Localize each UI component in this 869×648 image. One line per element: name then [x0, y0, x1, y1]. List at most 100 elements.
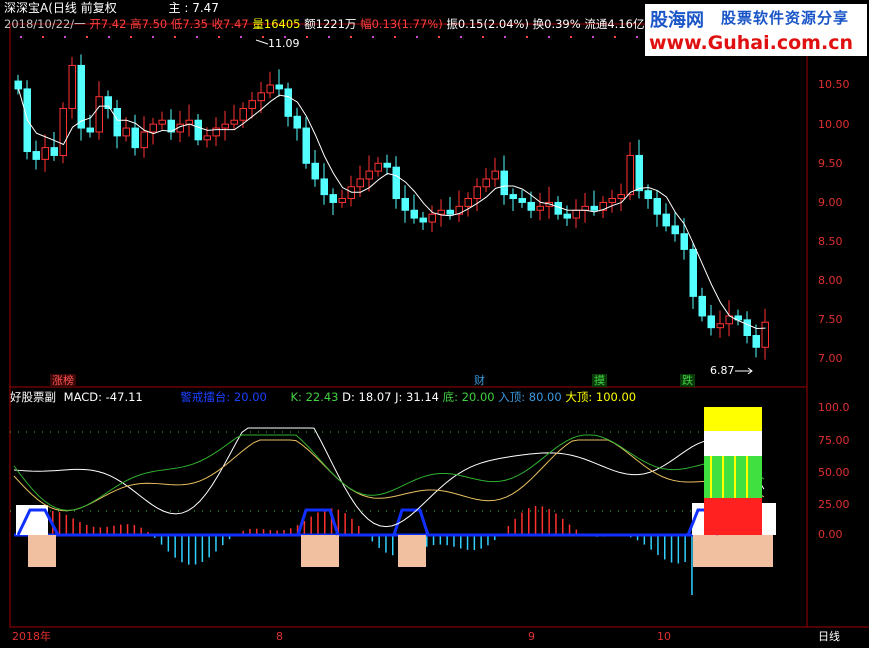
- candle-up: [437, 209, 445, 215]
- candle-down: [284, 88, 292, 117]
- candle-down: [275, 84, 283, 90]
- macd-bar: [487, 535, 489, 546]
- candle-up: [572, 209, 580, 219]
- candle-up: [608, 198, 616, 203]
- candle-up: [536, 205, 544, 211]
- top-signal-stack: [704, 407, 762, 535]
- signal-box: [28, 535, 56, 567]
- macd-bar: [460, 535, 462, 549]
- price-tick-750: 7.50: [818, 313, 843, 326]
- candle-down: [689, 248, 697, 297]
- candle-down: [752, 335, 760, 348]
- high-value: 7.50: [141, 17, 168, 31]
- macd-bar: [657, 535, 659, 555]
- macd-bar: [65, 514, 68, 535]
- candle-up: [338, 198, 346, 203]
- candle-down: [509, 194, 517, 200]
- stock-name[interactable]: 深深宝A: [4, 1, 48, 15]
- candle-down: [698, 295, 706, 317]
- low-arrow: [735, 367, 753, 375]
- macd-bar: [167, 535, 170, 552]
- candle-down: [383, 162, 391, 168]
- time-label-aug: 8: [276, 630, 283, 643]
- price-tick-1050: 10.50: [818, 78, 850, 91]
- change-label: 幅: [360, 17, 372, 31]
- macd-bar: [310, 516, 312, 535]
- macd-bar: [664, 535, 666, 560]
- candle-down: [500, 170, 508, 196]
- header-dot: [108, 36, 110, 38]
- macd-bar: [555, 513, 557, 535]
- candle-down: [662, 213, 670, 227]
- candle-up: [140, 131, 148, 149]
- candle-down: [32, 151, 40, 160]
- macd-bar: [201, 535, 204, 562]
- header-dot: [394, 36, 396, 38]
- signal-box: [301, 535, 339, 567]
- event-tag-fall[interactable]: 跌: [680, 374, 695, 387]
- price-tick-700: 7.00: [818, 352, 843, 365]
- bottom-value: 底: 20.00: [442, 390, 495, 404]
- candle-down: [329, 194, 337, 203]
- event-tag-finance[interactable]: 财: [472, 374, 487, 387]
- header-dot: [218, 36, 220, 38]
- candle-down: [644, 190, 652, 200]
- candle-down: [104, 96, 112, 109]
- sub-panel-title[interactable]: 好股票副: [10, 390, 56, 404]
- macd-histogram: [24, 506, 693, 595]
- macd-bar: [541, 506, 544, 535]
- high-arrow: [255, 39, 269, 45]
- time-label-oct: 10: [657, 630, 671, 643]
- candle-up: [365, 170, 373, 180]
- candle-up: [248, 100, 256, 109]
- macd-bar: [480, 535, 482, 549]
- k-line: [13, 427, 765, 528]
- macd-bar: [378, 535, 380, 548]
- sub-tick-25: 25.00: [818, 498, 850, 511]
- j-line: [13, 434, 765, 511]
- time-label-sep: 9: [528, 630, 535, 643]
- candle-up: [626, 154, 634, 196]
- candle-up: [617, 194, 625, 200]
- price-tick-1000: 10.00: [818, 118, 850, 131]
- high-mark-label: 11.09: [268, 37, 300, 50]
- header-dot: [592, 36, 594, 38]
- period-label[interactable]: (日线 前复权: [48, 1, 117, 15]
- bottom-signal-shapes: [16, 508, 720, 536]
- header-dot: [570, 36, 572, 38]
- header-dot: [548, 36, 550, 38]
- header-dot: [614, 36, 616, 38]
- candle-up: [122, 127, 130, 137]
- candle-up: [203, 135, 211, 141]
- chart-canvas[interactable]: [0, 0, 869, 648]
- price-tick-900: 9.00: [818, 196, 843, 209]
- candle-down: [113, 107, 121, 137]
- j-value: J: 31.14: [395, 390, 439, 404]
- header-dot: [482, 36, 484, 38]
- header-dot: [636, 36, 638, 38]
- event-tag-touch[interactable]: 摸: [592, 374, 607, 387]
- macd-bar: [453, 535, 455, 547]
- price-tick-800: 8.00: [818, 274, 843, 287]
- macd-bar: [351, 518, 353, 535]
- candle-down: [635, 154, 643, 192]
- amplitude-value: 0.15(2.04%): [457, 17, 529, 31]
- header-dot: [262, 36, 264, 38]
- candle-up: [158, 119, 166, 125]
- candle-down: [680, 233, 688, 250]
- high-label: 高: [130, 17, 142, 31]
- header-row-1: 深深宝A(日线 前复权 主 : 7.47: [4, 1, 219, 15]
- amount-value: 1221万: [315, 17, 357, 31]
- candle-down: [320, 178, 328, 196]
- candle-down: [293, 115, 301, 129]
- volume-value: 16405: [263, 17, 301, 31]
- candle-up: [761, 321, 769, 348]
- candle-down: [527, 201, 535, 211]
- event-tag-limit-up[interactable]: 涨榜: [50, 374, 76, 387]
- header-dot: [328, 36, 330, 38]
- candle-up: [581, 205, 589, 211]
- period-daily-label[interactable]: 日线: [818, 630, 840, 644]
- candle-down: [392, 166, 400, 200]
- candle-up: [356, 178, 364, 188]
- macd-bar: [473, 535, 476, 551]
